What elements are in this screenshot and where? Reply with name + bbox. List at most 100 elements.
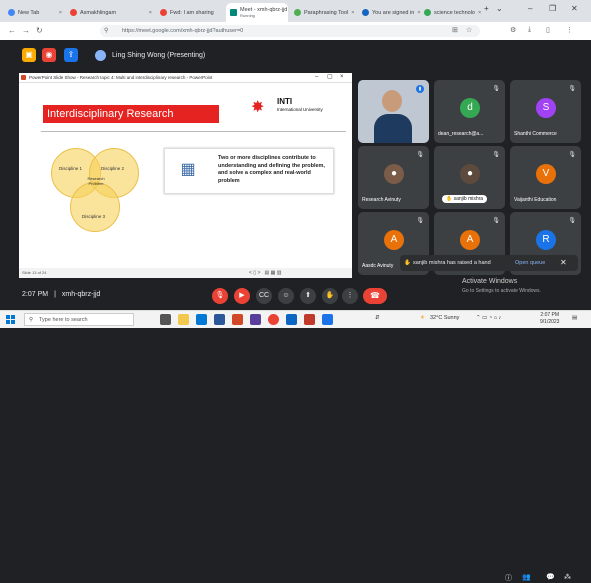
close-window-icon[interactable]: ✕ [571,4,578,13]
tab-fwd[interactable]: Fwd: I am sharing [156,5,226,20]
present-button[interactable]: ⬆ [300,288,316,304]
mic-off-icon: 🎙 [416,218,424,224]
file-explorer-icon[interactable] [178,314,189,325]
network-icon[interactable]: ⇵ [375,315,380,321]
raise-hand-button[interactable]: ✋ [322,288,338,304]
chrome-icon [8,9,15,16]
open-queue-button[interactable]: Open queue [515,255,545,271]
participant-tile-presenter[interactable]: ▮ [358,80,429,143]
weather-text[interactable]: 32°C Sunny [430,315,459,321]
task-view-icon[interactable] [160,314,171,325]
slide-statusbar: Slide 13 of 24 < ▯ > ▤ ▦ ▥ [19,268,352,278]
app-icon[interactable] [304,314,315,325]
participant-tile-shanthi[interactable]: 🎙 S Shanthi Commerce [510,80,581,143]
participant-name: dean_research@a... [438,131,484,137]
speaking-icon: ▮ [416,85,424,93]
inti-logo: ✸ INTI International University [251,97,351,119]
tab-label: Asmakhlingam [80,9,117,16]
close-tab-icon[interactable]: × [351,10,354,16]
close-tab-icon[interactable]: × [59,10,62,16]
meet-icon [230,9,237,16]
participant-tile-vaijanthi[interactable]: 🎙 V Vaijanthi Education [510,146,581,209]
emoji-button[interactable]: ☺ [278,288,294,304]
notification-icon[interactable]: ▤ [572,315,577,321]
participant-tile-sanjib[interactable]: 🎙 ● ✋ sanjib mishra [434,146,505,209]
raise-hand-notification: ✋ sanjib mishra has raised a hand Open q… [400,255,578,271]
edge-icon[interactable] [196,314,207,325]
sidepanel-icon[interactable]: ▯ [546,26,550,34]
venn-diagram: Discipline 1 Discipline 2 Discipline 3 R… [47,146,157,252]
tab-science[interactable]: science technolo × [420,5,482,20]
maximize-icon[interactable]: ❐ [549,4,556,13]
mail-icon[interactable] [286,314,297,325]
info-icon[interactable]: ⓘ [505,573,512,583]
close-notification-icon[interactable]: ✕ [560,255,567,271]
download-icon[interactable]: ⤓ [528,26,531,34]
taskbar-search-field[interactable]: ⚲ Type here to search [24,313,134,326]
minimize-icon[interactable]: – [528,4,532,13]
back-icon[interactable]: ← [8,26,16,35]
browser-tab-strip: New Tab × Asmakhlingam × Fwd: I am shari… [0,0,591,22]
tab-meet[interactable]: Meet - xmh-qbrz-jjd Running × [226,3,288,22]
participant-name: Research Avinuty [362,197,401,203]
raise-hand-message: sanjib mishra has raised a hand [413,260,491,266]
mic-toggle-button[interactable]: 🎙 [212,288,228,304]
slide-window-title: PowerPoint Slide Show - Research topic 4… [29,75,213,80]
hand-raised-badge: ✋ sanjib mishra [442,195,488,203]
avatar-photo: ● [460,164,480,184]
site-info-icon[interactable]: ⚲ [104,25,108,37]
presenter-label: Ling Shing Wong (Presenting) [112,52,206,59]
chrome-icon[interactable] [268,314,279,325]
close-icon[interactable]: × [340,73,344,82]
close-tab-icon[interactable]: × [149,10,152,16]
app-icon-2[interactable] [322,314,333,325]
mic-off-icon: 🎙 [568,86,576,92]
tab-paraphrasing[interactable]: Paraphrasing Tool × [290,5,358,20]
maximize-icon[interactable]: ▢ [327,73,333,82]
tab-label: Paraphrasing Tool [304,9,349,16]
record-icon[interactable]: ◉ [42,48,56,62]
slide-view-controls[interactable]: < ▯ > ▤ ▦ ▥ [249,268,282,278]
gmail-icon [160,9,167,16]
leave-call-button[interactable]: ☎ [363,288,387,304]
mic-off-icon: 🎙 [492,86,500,92]
extensions-icon[interactable]: ⚙ [510,26,516,34]
teams-icon[interactable] [250,314,261,325]
translate-icon[interactable]: ⊞ [452,26,458,34]
chat-icon[interactable]: 💬 [546,573,555,581]
activities-icon[interactable]: ⁂ [564,573,571,581]
close-tab-icon[interactable]: × [478,10,481,16]
avatar: A [460,230,480,250]
weather-icon[interactable]: ☀ [420,315,425,321]
tab-search-icon[interactable]: ⌄ [496,4,503,13]
activities-icon[interactable]: ▣ [22,48,36,62]
bookmark-star-icon[interactable]: ☆ [466,26,472,34]
word-icon[interactable] [214,314,225,325]
minimize-icon[interactable]: – [315,73,318,82]
mic-off-icon: 🎙 [416,152,424,158]
tab-asmakhlingam[interactable]: Asmakhlingam × [66,5,156,20]
tray-icons[interactable]: ⌃ ▭ ◔ ⌂ ♪ [476,315,501,321]
search-placeholder: Type here to search [39,317,88,323]
new-tab-icon[interactable]: + [484,4,489,13]
menu-icon[interactable]: ⋮ [566,26,573,34]
reload-icon[interactable]: ↻ [36,26,43,35]
tab-label: Fwd: I am sharing [170,9,214,16]
participant-grid: ▮ 🎙 d dean_research@a... 🎙 S Shanthi Com… [356,73,591,283]
participant-tile-dean[interactable]: 🎙 d dean_research@a... [434,80,505,143]
search-icon: ⚲ [29,317,34,323]
captions-button[interactable]: CC [256,288,272,304]
tab-new-tab[interactable]: New Tab × [4,5,66,20]
participant-tile-research[interactable]: 🎙 ● Research Avinuty [358,146,429,209]
camera-toggle-button[interactable]: ▶ [234,288,250,304]
people-icon[interactable]: 👥 [522,573,531,581]
taskbar-clock[interactable]: 2:07 PM 9/1/2023 [540,312,559,326]
windows-start-icon[interactable] [6,315,15,324]
forward-icon[interactable]: → [22,26,30,35]
powerpoint-icon[interactable] [232,314,243,325]
participant-name: Aasdc Avinuty [362,263,394,269]
more-options-button[interactable]: ⋮ [342,288,358,304]
share-icon[interactable]: ⇪ [64,48,78,62]
tab-signed-in[interactable]: You are signed in × [358,5,420,20]
url-field[interactable]: https://meet.google.com/xmh-qbrz-jjd?aut… [100,25,480,37]
